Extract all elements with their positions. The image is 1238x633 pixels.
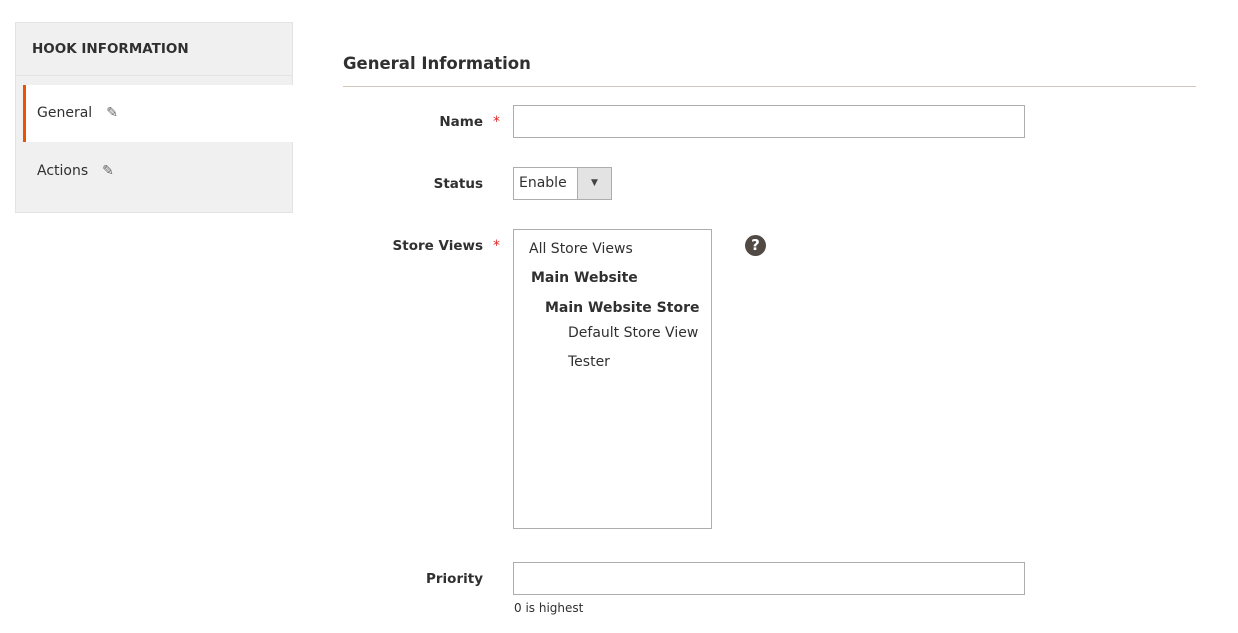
divider (343, 86, 1196, 87)
option-tester[interactable]: Tester (568, 354, 610, 370)
priority-note: 0 is highest (514, 601, 584, 615)
sidebar-title: HOOK INFORMATION (16, 23, 292, 76)
name-input[interactable] (513, 105, 1025, 138)
priority-label: Priority (426, 571, 483, 587)
help-icon[interactable]: ? (745, 235, 766, 256)
required-marker: * (493, 238, 500, 254)
option-default-store-view[interactable]: Default Store View (568, 325, 698, 341)
name-label: Name (439, 114, 483, 130)
store-views-multiselect[interactable]: All Store Views Main Website Main Websit… (513, 229, 712, 529)
sidebar-item-label: General (37, 105, 93, 121)
section-title: General Information (343, 54, 531, 73)
sidebar-item-general[interactable]: General ✎ (23, 85, 293, 142)
required-marker: * (493, 114, 500, 130)
optgroup-main-website-store: Main Website Store (545, 300, 700, 316)
status-select[interactable]: Enable ▼ (513, 167, 612, 200)
sidebar-item-label: Actions (37, 163, 89, 179)
status-value: Enable (519, 175, 567, 191)
pencil-icon: ✎ (102, 163, 114, 179)
option-all-store-views[interactable]: All Store Views (529, 241, 633, 257)
sidebar-item-actions[interactable]: Actions ✎ (23, 143, 293, 200)
chevron-down-icon[interactable]: ▼ (577, 168, 611, 199)
status-label: Status (433, 176, 483, 192)
priority-input[interactable] (513, 562, 1025, 595)
sidebar: HOOK INFORMATION General ✎ Actions ✎ (15, 22, 293, 213)
store-views-label: Store Views (392, 238, 483, 254)
pencil-icon: ✎ (106, 105, 118, 121)
optgroup-main-website: Main Website (531, 270, 638, 286)
